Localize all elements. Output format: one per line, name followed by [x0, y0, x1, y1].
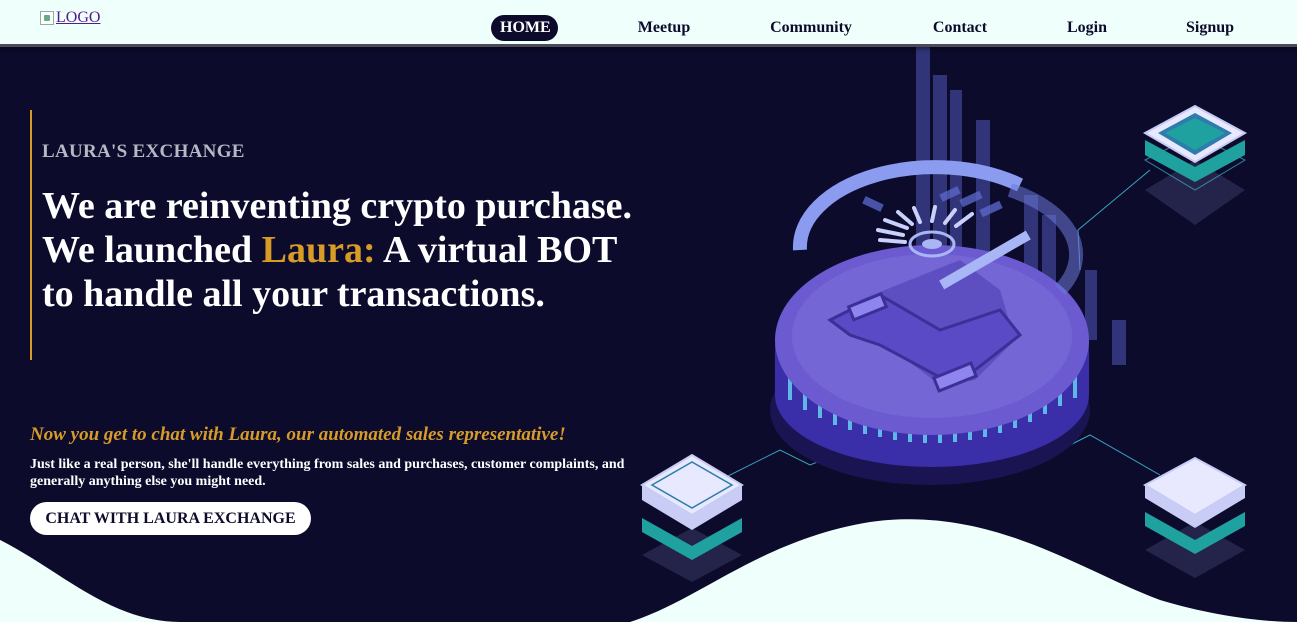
hero-description: Just like a real person, she'll handle e…	[30, 457, 625, 489]
brand-label: LAURA'S EXCHANGE	[42, 141, 245, 162]
hero-headline: We are reinventing crypto purchase. We l…	[42, 184, 662, 316]
headline-highlight: Laura:	[261, 229, 376, 271]
accent-bar	[30, 110, 32, 360]
nav-item-community[interactable]: Community	[765, 15, 857, 41]
headline-line-2: We launched Laura: A virtual BOT	[42, 228, 662, 272]
nav-item-signup[interactable]: Signup	[1180, 15, 1240, 41]
nav-item-meetup[interactable]: Meetup	[630, 15, 698, 41]
hero-subtitle: Now you get to chat with Laura, our auto…	[30, 424, 566, 445]
top-navbar: LOGO HOME Meetup Community Contact Login…	[0, 0, 1297, 47]
logo-alt-text: LOGO	[56, 9, 101, 26]
nav-item-contact[interactable]: Contact	[925, 15, 995, 41]
headline-line-2-post: A virtual BOT	[375, 229, 618, 271]
headline-line-3: to handle all your transactions.	[42, 273, 545, 315]
headline-line-2-pre: We launched	[42, 229, 262, 271]
nav-item-home[interactable]: HOME	[491, 15, 558, 41]
chat-with-laura-button[interactable]: CHAT WITH LAURA EXCHANGE	[30, 502, 311, 535]
bottom-wave	[0, 519, 1297, 622]
broken-image-icon	[40, 11, 54, 25]
logo-link[interactable]: LOGO	[40, 9, 100, 27]
headline-line-1: We are reinventing crypto purchase.	[42, 185, 633, 227]
nav-item-login[interactable]: Login	[1060, 15, 1114, 41]
